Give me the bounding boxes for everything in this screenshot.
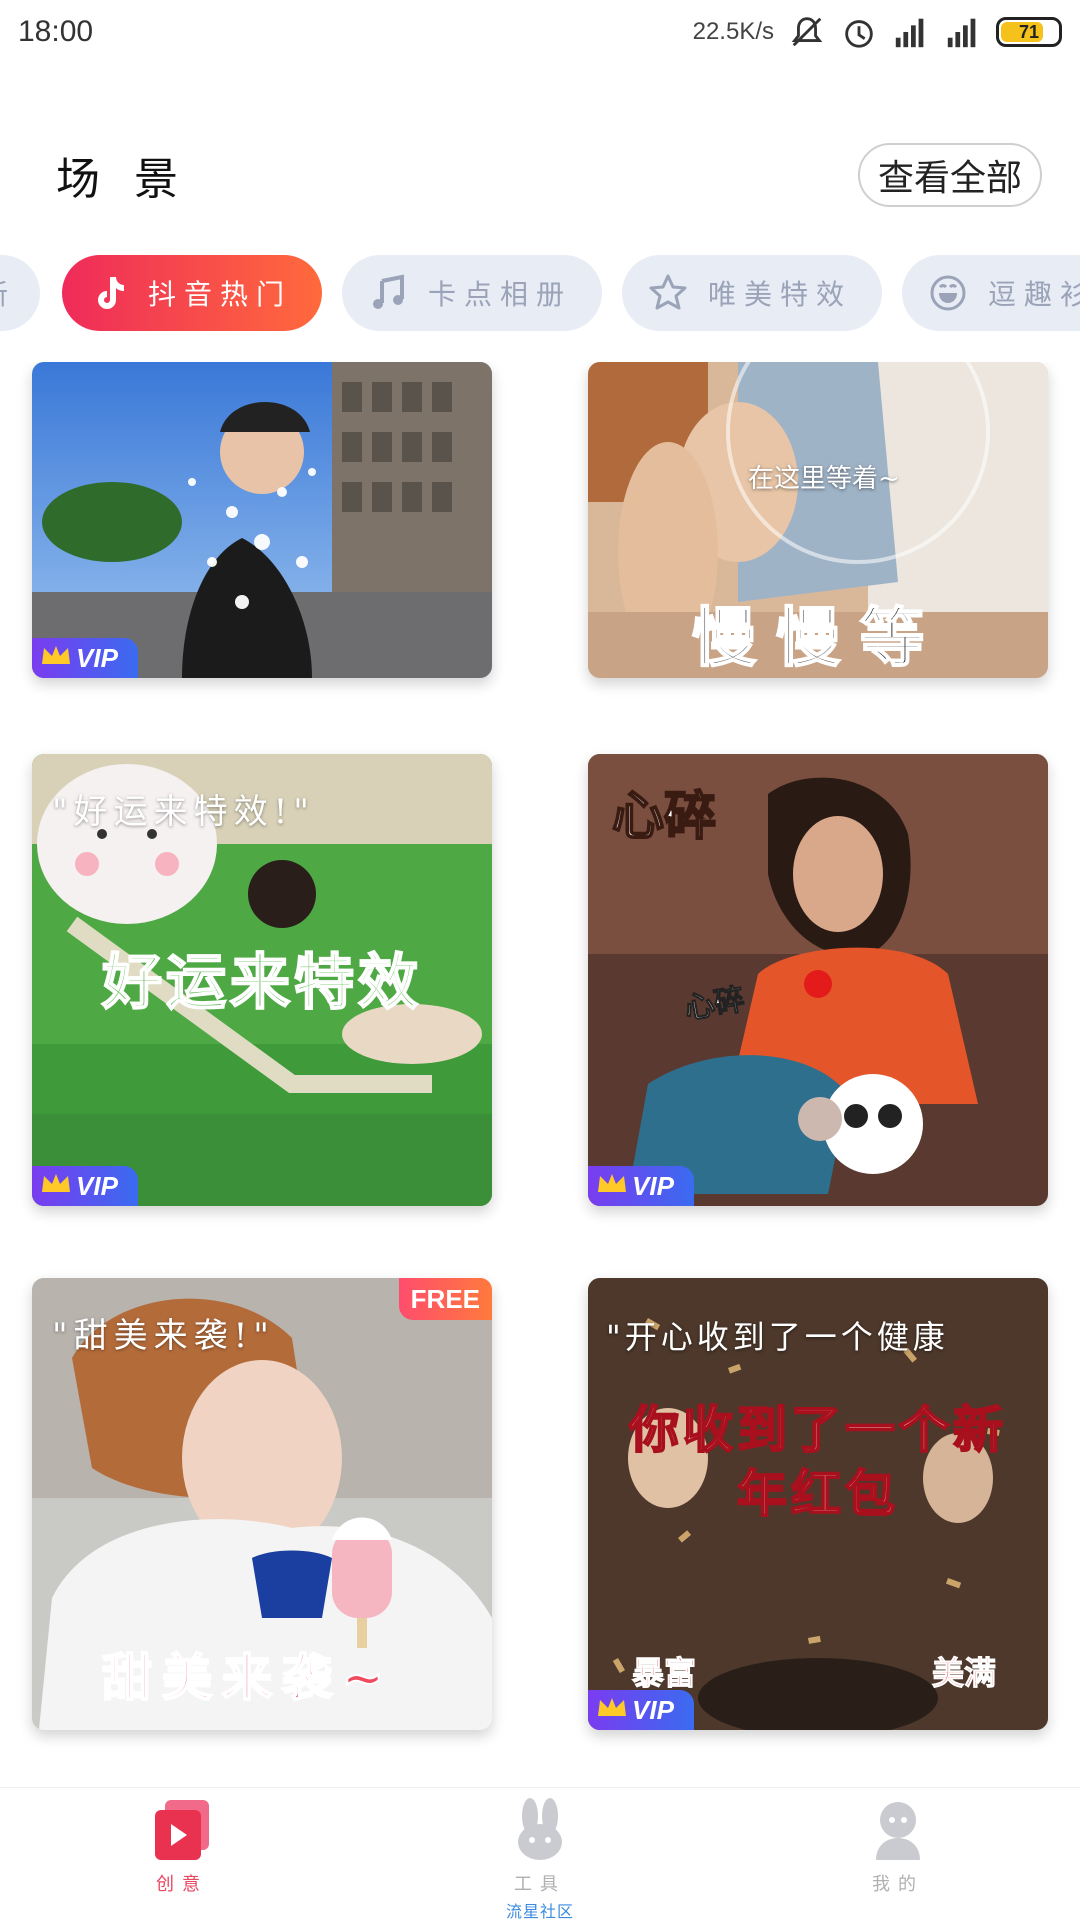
crown-icon: [596, 1694, 628, 1727]
caption-top: "甜美来袭!": [52, 1316, 275, 1356]
caption-top: "好运来特效!": [52, 792, 315, 832]
tab-label: 唯美特效: [708, 278, 853, 311]
caption-top: 在这里等着~: [748, 464, 900, 494]
signal-icon: [895, 18, 924, 48]
profile-icon: [876, 1802, 920, 1860]
tab-beat-album[interactable]: 卡点相册: [342, 255, 602, 331]
tab-partial[interactable]: 新: [0, 255, 40, 331]
network-speed: 22.5K/s: [692, 18, 774, 45]
template-card-5[interactable]: FREE "甜美来袭!" 甜美来袭~: [32, 1278, 492, 1730]
vip-label: VIP: [76, 1170, 118, 1201]
page-title: 场 景: [56, 154, 188, 205]
category-tabs: 新 抖音热门 卡点相册 唯美特效: [0, 255, 1080, 335]
nav-create[interactable]: 创意: [82, 1798, 282, 1896]
vip-badge: VIP: [588, 1166, 694, 1206]
vip-badge: VIP: [32, 638, 138, 678]
status-time: 18:00: [18, 15, 94, 48]
battery-indicator: 71: [996, 17, 1062, 47]
mute-icon: [791, 17, 823, 47]
caption-bottom-right: 美满: [931, 1654, 997, 1693]
caption-big: 甜美来袭~: [101, 1648, 394, 1708]
nav-create-label: 创意: [156, 1874, 208, 1895]
music-note-icon: [366, 271, 410, 315]
signal-4g-icon: [947, 18, 976, 48]
smile-icon: [926, 271, 970, 315]
bunny-icon: [518, 1798, 562, 1860]
tiktok-icon: [86, 271, 130, 315]
tab-label: 新: [0, 273, 16, 313]
template-grid: VIP 在这里等着~ 慢慢等 "好运来特效!" 好运来特效 VIP 心碎 心碎 …: [0, 362, 1080, 1787]
star-icon: [646, 271, 690, 315]
tab-label: 抖音热门: [148, 278, 293, 311]
template-card-6[interactable]: "开心收到了一个健康 你收到了一个新年红包 暴富 美满 VIP: [588, 1278, 1048, 1730]
nav-mine[interactable]: 我的: [798, 1798, 998, 1896]
battery-level: 71: [1018, 21, 1040, 42]
template-card-2[interactable]: 在这里等着~ 慢慢等: [588, 362, 1048, 678]
view-all-button[interactable]: 查看全部: [857, 143, 1042, 207]
nav-tools[interactable]: 工具 流星社区: [440, 1798, 640, 1922]
card-thumbnail: [32, 362, 492, 678]
bottom-nav: 创意 工具 流星社区 我的: [0, 1787, 1080, 1922]
crown-icon: [40, 1170, 72, 1203]
vip-label: VIP: [632, 1694, 674, 1725]
alarm-icon: [845, 20, 873, 48]
vip-label: VIP: [76, 642, 118, 673]
crown-icon: [40, 642, 72, 675]
template-card-4[interactable]: 心碎 心碎 VIP: [588, 754, 1048, 1206]
caption-bottom-left: 暴富: [631, 1654, 697, 1693]
nav-tools-label: 工具: [514, 1874, 566, 1895]
tab-funny[interactable]: 逗趣衫: [902, 255, 1080, 331]
tab-douyin-hot[interactable]: 抖音热门: [62, 255, 322, 331]
tab-beauty-effects[interactable]: 唯美特效: [622, 255, 882, 331]
vip-badge: VIP: [588, 1690, 694, 1730]
caption-big: 好运来特效: [101, 947, 422, 1019]
caption-top: "开心收到了一个健康: [606, 1318, 949, 1356]
crown-icon: [596, 1170, 628, 1203]
free-badge: FREE: [398, 1278, 492, 1320]
template-card-3[interactable]: "好运来特效!" 好运来特效 VIP: [32, 754, 492, 1206]
nav-tools-sublabel: 流星社区: [505, 1902, 574, 1921]
nav-mine-label: 我的: [872, 1874, 924, 1895]
tab-label: 卡点相册: [428, 278, 573, 311]
tab-label: 逗趣衫: [988, 278, 1080, 311]
caption-top: 心碎: [611, 786, 717, 848]
template-card-1[interactable]: VIP: [32, 362, 492, 678]
caption-big: 慢慢等: [691, 601, 944, 677]
vip-label: VIP: [632, 1170, 674, 1201]
status-bar: 18:00 22.5K/s 71: [0, 0, 1080, 64]
header: 场 景 查看全部: [0, 130, 1080, 220]
status-icons: 22.5K/s 71: [693, 13, 1062, 51]
caption-big: 你收到了一个新年红包: [628, 1400, 1007, 1524]
create-play-icon: [155, 1800, 209, 1860]
vip-badge: VIP: [32, 1166, 138, 1206]
